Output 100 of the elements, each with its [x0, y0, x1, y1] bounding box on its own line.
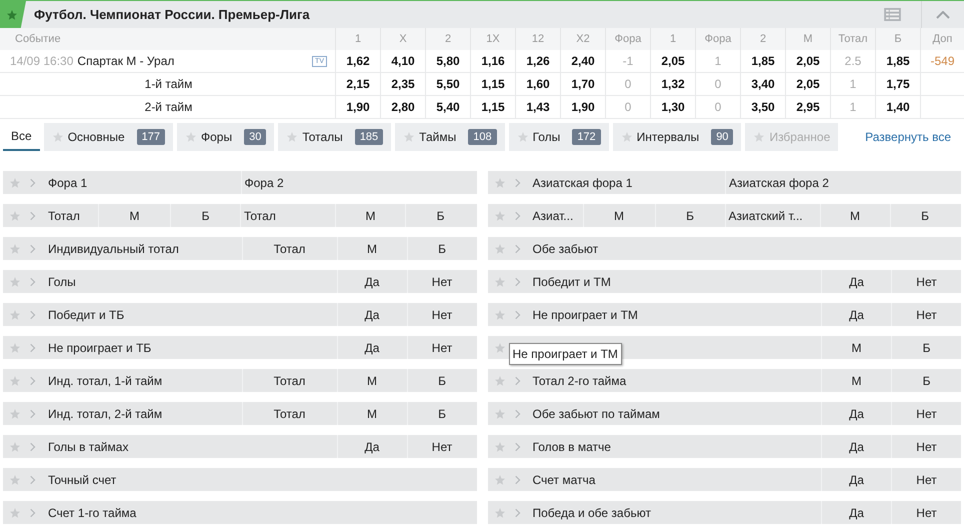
odds-cell[interactable]: 1,62	[346, 52, 370, 70]
chevron-icon[interactable]	[30, 342, 36, 352]
odds-cell[interactable]: 1,75	[886, 75, 910, 93]
market-row[interactable]: Счет 1-го тайма	[3, 501, 476, 524]
star-icon[interactable]	[494, 276, 506, 288]
star-icon[interactable]	[9, 474, 21, 486]
chevron-icon[interactable]	[30, 210, 36, 220]
star-icon[interactable]	[494, 176, 506, 188]
event-name[interactable]: Спартак М - Урал	[77, 52, 174, 70]
odds-cell[interactable]: 2,05	[661, 52, 685, 70]
market-row[interactable]: Обе забьют	[488, 237, 961, 260]
odds-cell[interactable]: 2,05	[796, 52, 820, 70]
collapse-icon[interactable]	[936, 10, 950, 18]
star-icon[interactable]	[286, 131, 298, 143]
star-icon[interactable]	[516, 131, 529, 143]
market-row[interactable]: Азиатская фора 1 Азиатская фора 2	[488, 171, 961, 194]
star-icon[interactable]	[620, 131, 633, 143]
chevron-icon[interactable]	[514, 276, 520, 286]
odds-cell[interactable]: 2,95	[796, 98, 820, 116]
odds-cell[interactable]: 1,40	[886, 98, 910, 116]
market-row[interactable]: Победа и обе забьют Да Нет	[488, 501, 961, 524]
odds-cell[interactable]: 5,40	[436, 98, 460, 116]
chevron-icon[interactable]	[30, 474, 36, 484]
market-row[interactable]: Азиат... М Б Азиатский т... М Б	[488, 204, 961, 227]
odds-cell[interactable]: 2,40	[571, 52, 595, 70]
odds-cell[interactable]: 1,26	[526, 52, 550, 70]
market-row[interactable]: Победит и ТБ Да Нет	[3, 303, 476, 326]
chevron-icon[interactable]	[30, 276, 36, 286]
market-row[interactable]: Инд. тотал, 2-й тайм Тотал М Б	[3, 402, 476, 425]
odds-cell[interactable]: 2,15	[346, 75, 370, 93]
market-row[interactable]: Фора 1 Фора 2	[3, 171, 476, 194]
chevron-icon[interactable]	[514, 376, 520, 386]
filter-tab[interactable]: Голы 172	[508, 123, 609, 151]
chevron-icon[interactable]	[30, 178, 36, 188]
market-row[interactable]: Голы в таймах Да Нет	[3, 435, 476, 458]
market-row[interactable]: Голов в матче Да Нет	[488, 435, 961, 458]
star-icon[interactable]	[494, 440, 506, 452]
chevron-icon[interactable]	[514, 178, 520, 188]
star-icon[interactable]	[9, 176, 21, 188]
star-icon[interactable]	[9, 276, 21, 288]
market-row[interactable]: Счет матча Да Нет	[488, 468, 961, 491]
odds-cell[interactable]: 5,80	[436, 52, 460, 70]
star-icon[interactable]	[184, 131, 197, 143]
chevron-icon[interactable]	[514, 210, 520, 220]
market-row[interactable]: Тотал 2-го тайма М Б	[488, 369, 961, 392]
odds-cell[interactable]: 2,80	[391, 98, 415, 116]
star-icon[interactable]	[494, 210, 506, 222]
star-icon[interactable]	[494, 242, 506, 254]
chevron-icon[interactable]	[30, 408, 36, 418]
odds-cell[interactable]: 3,40	[751, 75, 775, 93]
chevron-icon[interactable]	[514, 408, 520, 418]
chevron-icon[interactable]	[514, 310, 520, 320]
star-icon[interactable]	[9, 408, 21, 420]
market-row[interactable]: Не проиграет и ТМ Да Нет	[488, 303, 961, 326]
star-icon[interactable]	[9, 242, 21, 254]
odds-cell[interactable]: 1,43	[526, 98, 550, 116]
star-icon[interactable]	[9, 342, 21, 354]
expand-all-link[interactable]: Развернуть все	[865, 128, 951, 146]
star-icon[interactable]	[494, 506, 506, 518]
market-row[interactable]: Индивидуальный тотал Тотал М Б	[3, 237, 476, 260]
odds-cell[interactable]: 1,15	[481, 98, 505, 116]
star-icon[interactable]	[494, 374, 506, 386]
chevron-icon[interactable]	[30, 376, 36, 386]
chevron-icon[interactable]	[30, 244, 36, 254]
market-row[interactable]: Не проиграет и ТБ Да Нет	[3, 336, 476, 359]
chevron-icon[interactable]	[514, 474, 520, 484]
chevron-icon[interactable]	[514, 508, 520, 518]
star-icon[interactable]	[9, 506, 21, 518]
odds-cell[interactable]: 1,15	[481, 75, 505, 93]
odds-cell[interactable]: 3,50	[751, 98, 775, 116]
favorite-tab[interactable]	[0, 1, 26, 28]
odds-cell[interactable]: 1,85	[886, 52, 910, 70]
odds-cell[interactable]: 1,90	[571, 98, 595, 116]
odds-cell[interactable]: 2,35	[391, 75, 415, 93]
odds-cell[interactable]: 1,30	[661, 98, 685, 116]
star-icon[interactable]	[6, 8, 18, 20]
chevron-icon[interactable]	[30, 442, 36, 452]
market-row[interactable]: Инд. тотал, 1-й тайм Тотал М Б	[3, 369, 476, 392]
market-row[interactable]: Обе забьют по таймам Да Нет	[488, 402, 961, 425]
star-icon[interactable]	[9, 374, 21, 386]
star-icon[interactable]	[494, 474, 506, 486]
star-icon[interactable]	[403, 131, 416, 143]
filter-tab[interactable]: Форы 30	[176, 123, 274, 151]
filter-tab[interactable]: Тоталы 185	[278, 123, 392, 151]
filter-tab[interactable]: Интервалы 90	[612, 123, 742, 151]
market-row[interactable]: Победит и ТМ Да Нет	[488, 270, 961, 293]
star-icon[interactable]	[9, 308, 21, 320]
odds-cell[interactable]: 5,50	[436, 75, 460, 93]
star-icon[interactable]	[9, 210, 21, 222]
filter-tab[interactable]: Основные 177	[44, 123, 173, 151]
chevron-icon[interactable]	[30, 310, 36, 320]
odds-cell[interactable]: 1,16	[481, 52, 505, 70]
odds-cell[interactable]: 1,70	[571, 75, 595, 93]
odds-cell[interactable]: 4,10	[391, 52, 415, 70]
market-row[interactable]: Точный счет	[3, 468, 476, 491]
star-icon[interactable]	[494, 308, 506, 320]
star-icon[interactable]	[494, 408, 506, 420]
star-icon[interactable]	[494, 342, 506, 354]
odds-cell[interactable]: 1,85	[751, 52, 775, 70]
odds-cell[interactable]: 1,32	[661, 75, 685, 93]
